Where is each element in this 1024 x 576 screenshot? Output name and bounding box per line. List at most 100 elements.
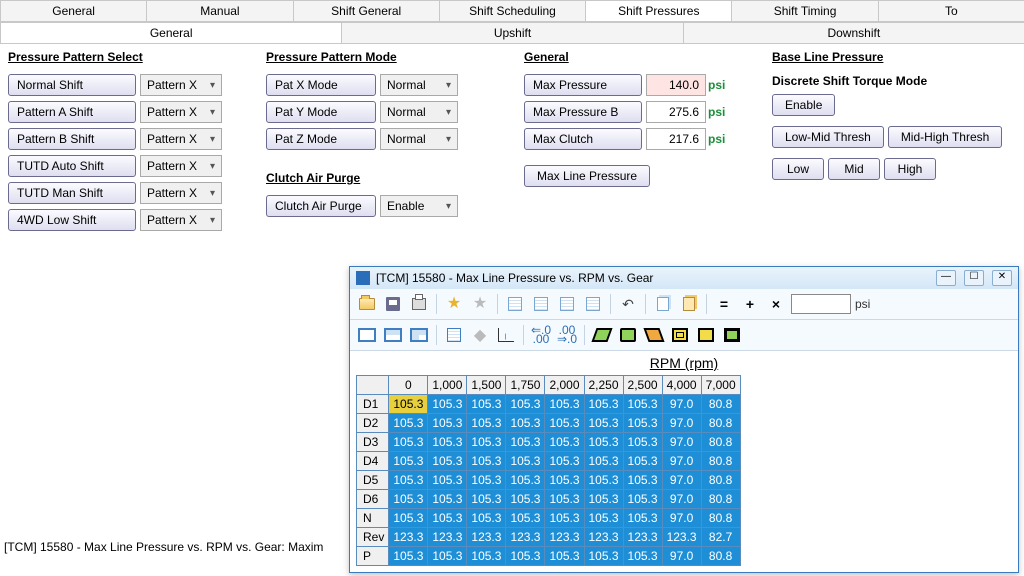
table-cell[interactable]: 105.3 [584,547,623,566]
table-cell[interactable]: 123.3 [428,528,467,547]
param-button[interactable]: Pat Y Mode [266,101,376,123]
table-cell[interactable]: 123.3 [545,528,584,547]
table-cell[interactable]: 123.3 [584,528,623,547]
graph-view-icon[interactable] [495,324,517,346]
mode-button[interactable]: Mid-High Thresh [888,126,1002,148]
table-cell[interactable]: 105.3 [467,414,506,433]
row-header[interactable]: P [357,547,389,566]
sub-tab[interactable]: General [0,22,342,43]
row-header[interactable]: Rev [357,528,389,547]
param-button[interactable]: Pat Z Mode [266,128,376,150]
top-tab[interactable]: Shift Pressures [585,0,732,21]
table-cell[interactable]: 80.8 [701,547,740,566]
table-cell[interactable]: 97.0 [662,395,701,414]
table-cell[interactable]: 105.3 [545,414,584,433]
row-header[interactable]: D3 [357,433,389,452]
table-cell[interactable]: 80.8 [701,490,740,509]
table-cell[interactable]: 97.0 [662,490,701,509]
table-cell[interactable]: 105.3 [506,547,545,566]
table-cell[interactable]: 80.8 [701,509,740,528]
table-cell[interactable]: 105.3 [623,547,662,566]
param-button[interactable]: TUTD Auto Shift [8,155,136,177]
table-cell[interactable]: 105.3 [389,395,428,414]
param-select[interactable]: Pattern X▾ [140,101,222,123]
table-cell[interactable]: 123.3 [467,528,506,547]
table-cell[interactable]: 105.3 [623,414,662,433]
table-cell[interactable]: 105.3 [584,414,623,433]
table-cell[interactable]: 105.3 [545,490,584,509]
param-button[interactable]: Pattern B Shift [8,128,136,150]
col-header[interactable]: 2,250 [584,376,623,395]
top-tab[interactable]: To [878,0,1024,21]
table-cell[interactable]: 105.3 [623,471,662,490]
favorite-add-icon[interactable]: ★ [443,293,465,315]
layout-grid-icon[interactable] [408,324,430,346]
param-button[interactable]: Normal Shift [8,74,136,96]
table-cell[interactable]: 105.3 [428,452,467,471]
copy-icon[interactable] [652,293,674,315]
table-cell[interactable]: 80.8 [701,452,740,471]
table-cell[interactable]: 105.3 [467,509,506,528]
param-button[interactable]: 4WD Low Shift [8,209,136,231]
col-header[interactable]: 1,750 [506,376,545,395]
table-cell[interactable]: 105.3 [428,471,467,490]
table-cell[interactable]: 105.3 [545,395,584,414]
table-cell[interactable]: 105.3 [506,395,545,414]
table-cell[interactable]: 80.8 [701,395,740,414]
param-select[interactable]: Pattern X▾ [140,182,222,204]
highlight-col-icon[interactable] [695,324,717,346]
table-cell[interactable]: 105.3 [506,433,545,452]
table-cell[interactable]: 105.3 [467,490,506,509]
top-tab[interactable]: Shift General [293,0,440,21]
table-cell[interactable]: 97.0 [662,509,701,528]
increase-decimals-icon[interactable]: .00⇒.0 [556,324,578,346]
table-cell[interactable]: 105.3 [467,547,506,566]
col-header[interactable]: 1,500 [467,376,506,395]
table-cell[interactable]: 105.3 [545,433,584,452]
table-cell[interactable]: 105.3 [389,452,428,471]
close-button[interactable]: ✕ [992,270,1012,286]
table-cell[interactable]: 97.0 [662,471,701,490]
top-tab[interactable]: Shift Scheduling [439,0,586,21]
sub-tab[interactable]: Downshift [683,22,1024,43]
window-titlebar[interactable]: [TCM] 15580 - Max Line Pressure vs. RPM … [350,267,1018,289]
param-select[interactable]: Normal▾ [380,128,458,150]
param-value-field[interactable]: 217.6 [646,128,706,150]
param-button[interactable]: Max Pressure B [524,101,642,123]
table-cell[interactable]: 105.3 [467,471,506,490]
param-select[interactable]: Normal▾ [380,74,458,96]
param-select[interactable]: Pattern X▾ [140,128,222,150]
table-cell[interactable]: 105.3 [428,395,467,414]
mode-button[interactable]: Low-Mid Thresh [772,126,884,148]
select-all-icon[interactable] [669,324,691,346]
layout-hsplit-icon[interactable] [382,324,404,346]
table-cell[interactable]: 80.8 [701,414,740,433]
max-line-pressure-button[interactable]: Max Line Pressure [524,165,650,187]
table-view-icon[interactable] [443,324,465,346]
table-cell[interactable]: 105.3 [584,509,623,528]
table-cell[interactable]: 105.3 [623,490,662,509]
enable-button[interactable]: Enable [772,94,835,116]
sheet-icon[interactable] [504,293,526,315]
table-cell[interactable]: 97.0 [662,414,701,433]
table-cell[interactable]: 105.3 [584,490,623,509]
top-tab[interactable]: Shift Timing [731,0,878,21]
plus-icon[interactable]: + [739,293,761,315]
table-cell[interactable]: 105.3 [389,509,428,528]
row-header[interactable]: D6 [357,490,389,509]
multiply-icon[interactable]: × [765,293,787,315]
layout-single-icon[interactable] [356,324,378,346]
sheet-icon[interactable] [556,293,578,315]
maximize-button[interactable]: ☐ [964,270,984,286]
table-cell[interactable]: 123.3 [623,528,662,547]
table-cell[interactable]: 105.3 [467,395,506,414]
col-header[interactable]: 4,000 [662,376,701,395]
table-cell[interactable]: 105.3 [428,547,467,566]
table-cell[interactable]: 105.3 [623,452,662,471]
table-cell[interactable]: 123.3 [662,528,701,547]
table-cell[interactable]: 123.3 [506,528,545,547]
top-tab[interactable]: General [0,0,147,21]
table-cell[interactable]: 97.0 [662,433,701,452]
table-cell[interactable]: 105.3 [428,509,467,528]
sub-tab[interactable]: Upshift [341,22,683,43]
